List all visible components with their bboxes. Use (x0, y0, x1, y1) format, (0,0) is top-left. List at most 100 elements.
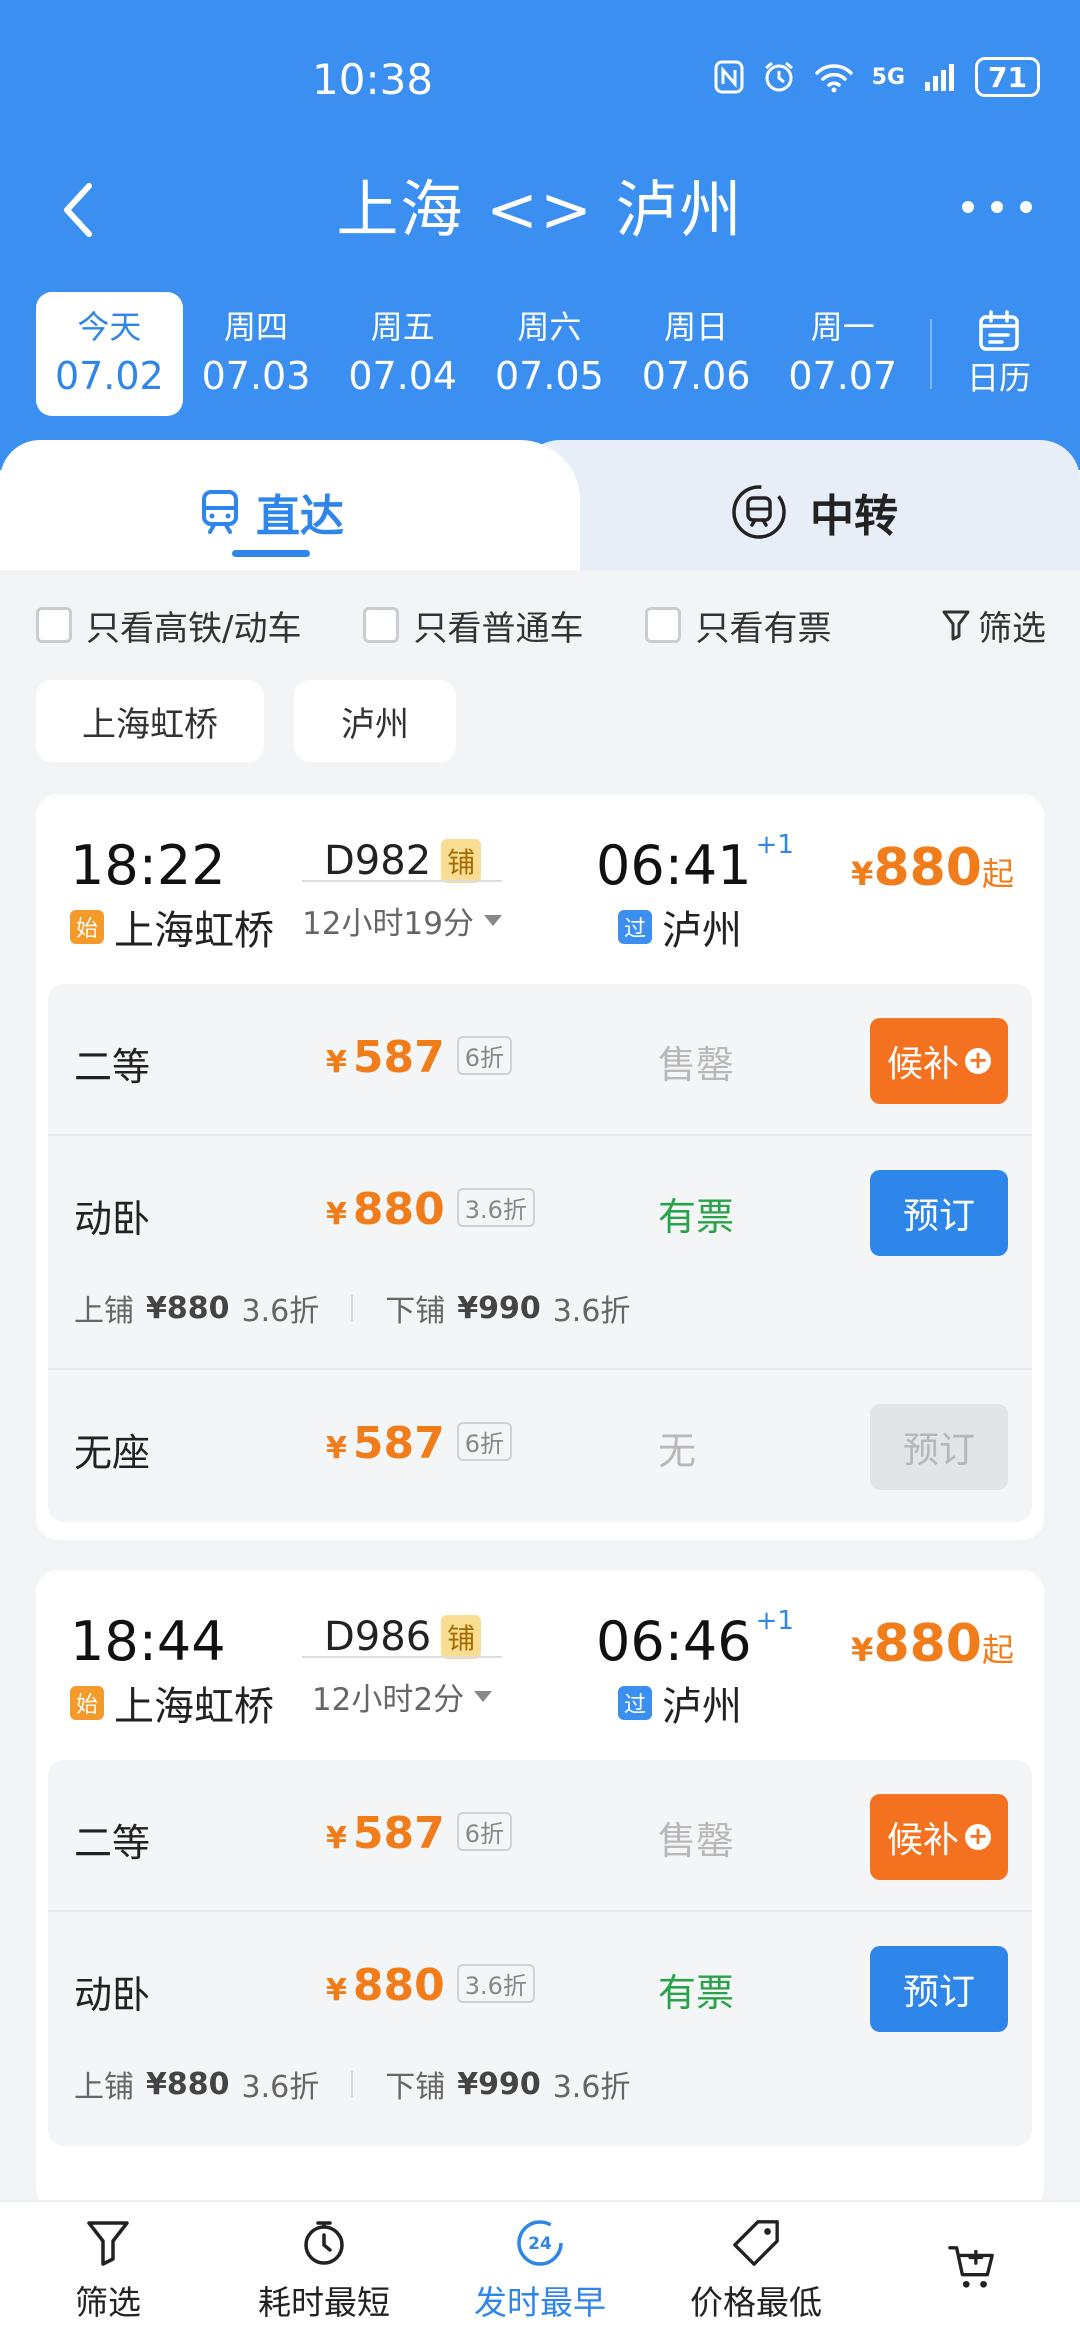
start-badge: 始 (70, 910, 104, 944)
train-card[interactable]: 18:22 D982 铺 12小时19分 06:41 +1 始 上海虹桥 过 泸州… (36, 794, 1044, 1540)
sleeper-tag: 铺 (441, 839, 482, 883)
nav-filter[interactable]: 筛选 (0, 2202, 216, 2340)
station-chip-to[interactable]: 泸州 (294, 680, 456, 762)
cart-icon (947, 2242, 997, 2292)
alarm-icon (764, 61, 793, 92)
destination-station: 过 泸州 (618, 898, 742, 956)
discount-badge: 6折 (456, 1036, 513, 1075)
funnel-icon (942, 610, 970, 641)
clock-24-icon: 24 (515, 2218, 565, 2268)
date-item-thu[interactable]: 周四 07.03 (183, 292, 330, 416)
status-time: 10:38 (312, 55, 434, 104)
book-button[interactable]: 预订 (870, 1170, 1008, 1256)
plus-circle-icon: + (965, 1824, 991, 1850)
checkbox[interactable] (363, 607, 400, 643)
origin-station: 始 上海虹桥 (70, 1674, 274, 1732)
berth-prices: 上铺 ¥880 3.6折 下铺 ¥990 3.6折 (74, 1290, 631, 1330)
seat-list: 二等 ¥587 6折 售罄 候补 + 动卧 ¥880 3.6折 有票 预订 上铺 ¥8… (48, 984, 1032, 1522)
plus-circle-icon: + (965, 1048, 991, 1074)
train-summary[interactable]: 18:22 D982 铺 12小时19分 06:41 +1 始 上海虹桥 过 泸州… (36, 794, 1044, 984)
nav-lowest-price[interactable]: 价格最低 (648, 2202, 864, 2340)
seat-list: 二等 ¥587 6折 售罄 候补 + 动卧 ¥880 3.6折 有票 预订 上铺 ¥8… (48, 1760, 1032, 2146)
seat-status: 售罄 (658, 1819, 735, 1863)
destination-station: 过 泸州 (618, 1674, 742, 1732)
seat-status: 无 (658, 1429, 697, 1473)
seat-status: 有票 (658, 1195, 735, 1239)
nfc-icon (714, 60, 744, 94)
date-item-mon[interactable]: 周一 07.07 (769, 292, 916, 416)
seat-price: ¥587 6折 (326, 1808, 513, 1859)
waitlist-button[interactable]: 候补 + (870, 1794, 1008, 1880)
caret-down-icon (474, 1691, 493, 1702)
filter-high-speed[interactable]: 只看高铁/动车 (36, 601, 301, 650)
min-price: ¥880起 (851, 1614, 1014, 1674)
seat-price: ¥880 3.6折 (326, 1184, 535, 1235)
seat-price: ¥880 3.6折 (326, 1960, 535, 2011)
departure-time: 18:44 (70, 1610, 226, 1673)
filter-row: 只看高铁/动车 只看普通车 只看有票 筛选 (36, 600, 1046, 650)
more-dots-icon (962, 201, 974, 213)
network-type: 5G (871, 64, 906, 90)
discount-badge: 6折 (456, 1812, 513, 1851)
arrival-time: 06:41 +1 (596, 830, 794, 897)
discount-badge: 3.6折 (456, 1964, 535, 2003)
more-button[interactable] (962, 182, 1032, 232)
calendar-button[interactable]: 日历 (952, 292, 1046, 416)
book-button[interactable]: 预订 (870, 1946, 1008, 2032)
seat-row-sleeper: 动卧 ¥880 3.6折 有票 预订 上铺 ¥880 3.6折 下铺 ¥990 3… (48, 1136, 1032, 1370)
calendar-label: 日历 (967, 359, 1032, 397)
status-bar: 10:38 5G 71 (0, 55, 1080, 105)
duration-toggle[interactable]: 12小时2分 (302, 1674, 502, 1719)
date-item-today[interactable]: 今天 07.02 (36, 292, 183, 416)
battery-icon: 71 (975, 57, 1040, 97)
seat-row-sleeper: 动卧 ¥880 3.6折 有票 预订 上铺 ¥880 3.6折 下铺 ¥990 3… (48, 1912, 1032, 2146)
start-badge: 始 (70, 1686, 104, 1720)
sleeper-tag: 铺 (441, 1615, 482, 1659)
date-divider (930, 319, 933, 389)
next-day-badge: +1 (755, 1606, 794, 1636)
station-chips: 上海虹桥 泸州 (36, 680, 456, 762)
status-icons: 5G 71 (714, 57, 1040, 97)
nav-earliest-departure[interactable]: 24 发时最早 (432, 2202, 648, 2340)
funnel-icon (83, 2218, 133, 2268)
transfer-train-icon (732, 485, 786, 539)
discount-badge: 6折 (456, 1422, 513, 1461)
station-chip-from[interactable]: 上海虹桥 (36, 680, 264, 762)
svg-text:24: 24 (528, 2234, 552, 2254)
train-summary[interactable]: 18:44 D986 铺 12小时2分 06:46 +1 始 上海虹桥 过 泸州 … (36, 1570, 1044, 1760)
date-item-fri[interactable]: 周五 07.04 (329, 292, 476, 416)
route-title: 上海 <> 泸州 (336, 173, 744, 246)
seat-status: 售罄 (658, 1043, 735, 1087)
train-icon (202, 490, 238, 534)
filter-available[interactable]: 只看有票 (645, 601, 831, 650)
train-number: D986 铺 (324, 1614, 482, 1660)
checkbox[interactable] (36, 607, 72, 643)
seat-row-second-class: 二等 ¥587 6折 售罄 候补 + (48, 1760, 1032, 1912)
calendar-icon (979, 310, 1019, 351)
filter-normal-train[interactable]: 只看普通车 (363, 601, 583, 650)
origin-station: 始 上海虹桥 (70, 898, 274, 956)
train-card[interactable]: 18:44 D986 铺 12小时2分 06:46 +1 始 上海虹桥 过 泸州 … (36, 1570, 1044, 2210)
titlebar: 上海 <> 泸州 (0, 170, 1080, 250)
seat-status: 有票 (658, 1971, 735, 2015)
nav-cart[interactable] (864, 2202, 1080, 2340)
date-item-sat[interactable]: 周六 07.05 (476, 292, 623, 416)
seat-row-no-seat: 无座 ¥587 6折 无 预订 (48, 1370, 1032, 1522)
seat-price: ¥587 6折 (326, 1032, 513, 1083)
berth-prices: 上铺 ¥880 3.6折 下铺 ¥990 3.6折 (74, 2066, 631, 2106)
tab-direct-underline (232, 550, 310, 557)
date-item-sun[interactable]: 周日 07.06 (623, 292, 770, 416)
tab-direct[interactable]: 直达 (200, 480, 344, 544)
waitlist-button[interactable]: 候补 + (870, 1018, 1008, 1104)
wifi-icon (814, 64, 853, 93)
nav-shortest-duration[interactable]: 耗时最短 (216, 2202, 432, 2340)
tab-transfer[interactable]: 中转 (730, 480, 898, 544)
stopwatch-icon (299, 2218, 349, 2268)
duration-toggle[interactable]: 12小时19分 (302, 898, 502, 943)
checkbox[interactable] (645, 607, 682, 643)
book-button-disabled[interactable]: 预订 (870, 1404, 1008, 1490)
signal-icon (925, 64, 955, 91)
tab-direct-label: 直达 (256, 491, 344, 542)
filter-button[interactable]: 筛选 (942, 601, 1046, 650)
caret-down-icon (483, 915, 502, 926)
